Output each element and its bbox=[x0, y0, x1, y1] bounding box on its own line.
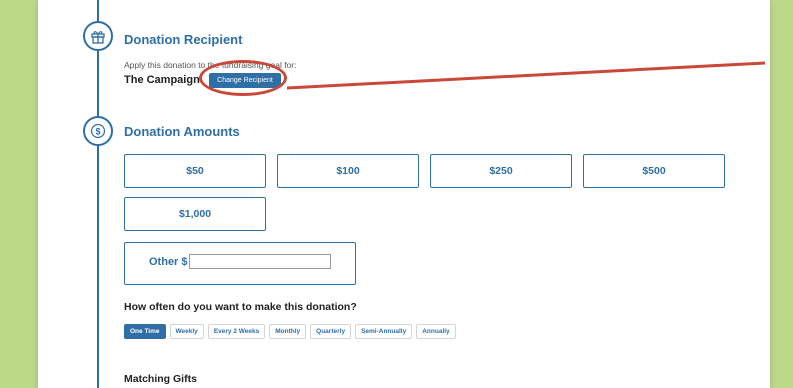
frequency-weekly[interactable]: Weekly bbox=[169, 324, 204, 339]
frequency-quarterly[interactable]: Quarterly bbox=[310, 324, 352, 339]
frequency-every-2-weeks[interactable]: Every 2 Weeks bbox=[207, 324, 266, 339]
frequency-options: One Time Weekly Every 2 Weeks Monthly Qu… bbox=[124, 324, 456, 339]
amount-button-500[interactable]: $500 bbox=[583, 154, 725, 188]
section-title-amounts: Donation Amounts bbox=[124, 124, 240, 139]
frequency-monthly[interactable]: Monthly bbox=[269, 324, 307, 339]
other-amount-label: Other $ bbox=[149, 256, 188, 268]
dollar-icon-graphic: $ bbox=[90, 123, 106, 139]
other-amount-input[interactable] bbox=[189, 254, 331, 269]
frequency-one-time[interactable]: One Time bbox=[124, 324, 166, 339]
frequency-annually[interactable]: Annually bbox=[416, 324, 456, 339]
amount-button-100[interactable]: $100 bbox=[277, 154, 419, 188]
other-amount-box: Other $ bbox=[124, 242, 356, 285]
svg-text:$: $ bbox=[95, 127, 100, 137]
amount-button-50[interactable]: $50 bbox=[124, 154, 266, 188]
section-title-matching-gifts: Matching Gifts bbox=[124, 373, 197, 385]
frequency-semi-annually[interactable]: Semi-Annually bbox=[355, 324, 413, 339]
amount-button-250[interactable]: $250 bbox=[430, 154, 572, 188]
frequency-question: How often do you want to make this donat… bbox=[124, 301, 357, 313]
dollar-icon: $ bbox=[83, 116, 113, 146]
amount-button-1000[interactable]: $1,000 bbox=[124, 197, 266, 231]
